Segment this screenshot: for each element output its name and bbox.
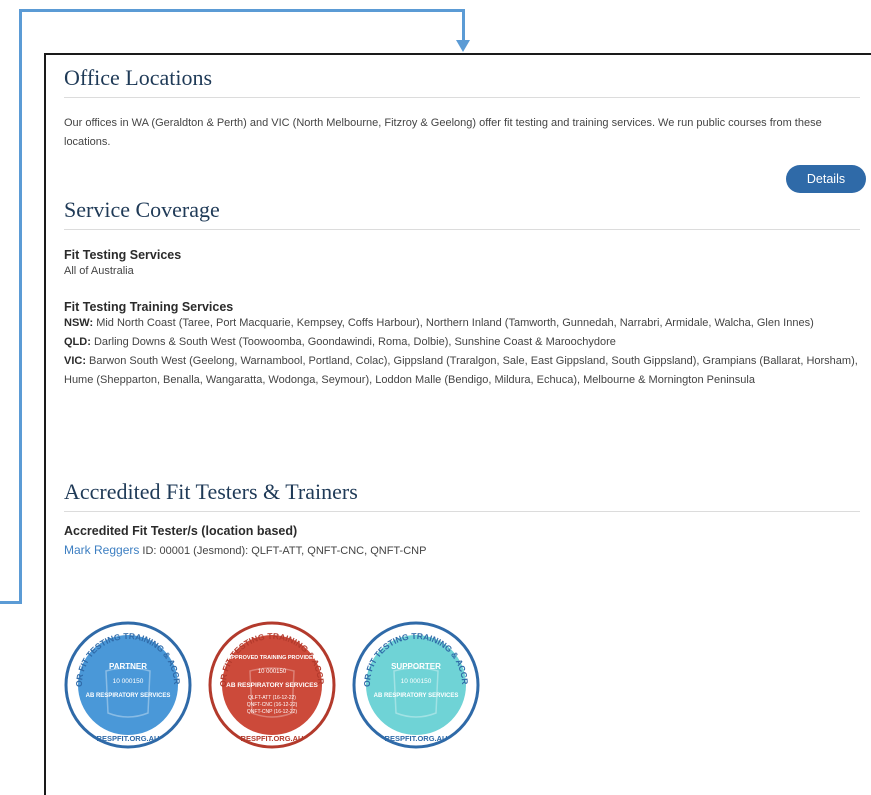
badge-org: AB RESPIRATORY SERVICES <box>226 682 318 689</box>
region-qld: QLD: Darling Downs & South West (Toowoom… <box>64 333 860 352</box>
service-coverage-section: Service Coverage Fit Testing Services Al… <box>64 197 860 390</box>
training-heading: Fit Testing Training Services <box>64 300 234 314</box>
service-coverage-title: Service Coverage <box>64 197 860 230</box>
badge-org: AB RESPIRATORY SERVICES <box>86 693 171 699</box>
badge-footer: RESPFIT.ORG.AU <box>241 734 304 743</box>
tester-entry: Mark Reggers ID: 00001 (Jesmond): QLFT-A… <box>64 541 860 561</box>
badge-banner: PARTNER <box>109 662 147 671</box>
connector-line-top <box>19 9 465 12</box>
tester-name-link[interactable]: Mark Reggers <box>64 543 139 557</box>
page-panel: Office Locations Our offices in WA (Gera… <box>44 53 871 795</box>
badge-code: QLFT-ATT (16-12-22) <box>248 695 296 701</box>
badge-id: 10 000150 <box>258 669 287 675</box>
connector-line-vertical <box>19 10 22 604</box>
badge-banner: APPROVED TRAINING PROVIDER <box>227 655 316 661</box>
badge-footer: RESPFIT.ORG.AU <box>97 734 160 743</box>
office-locations-section: Office Locations Our offices in WA (Gera… <box>64 65 860 152</box>
badge-banner: SUPPORTER <box>391 662 441 671</box>
accredited-title: Accredited Fit Testers & Trainers <box>64 479 860 512</box>
connector-line-drop <box>462 9 465 43</box>
supporter-badge: RESPIRATOR FIT TESTING TRAINING & ACCRED… <box>352 621 480 749</box>
region-vic-state: VIC: <box>64 355 86 367</box>
partner-badge: RESPIRATOR FIT TESTING TRAINING & ACCRED… <box>64 621 192 749</box>
tester-details: ID: 00001 (Jesmond): QLFT-ATT, QNFT-CNC,… <box>139 545 427 557</box>
connector-line-left <box>0 601 22 604</box>
fit-testing-text: All of Australia <box>64 265 134 277</box>
approved-provider-badge: RESPIRATOR FIT TESTING TRAINING & ACCRED… <box>208 621 336 749</box>
region-qld-text: Darling Downs & South West (Toowoomba, G… <box>90 336 616 348</box>
details-button[interactable]: Details <box>786 165 866 193</box>
office-locations-text: Our offices in WA (Geraldton & Perth) an… <box>64 117 822 148</box>
badge-footer: RESPFIT.ORG.AU <box>385 734 448 743</box>
region-vic-text: Barwon South West (Geelong, Warnambool, … <box>64 355 858 386</box>
badge-org: AB RESPIRATORY SERVICES <box>374 693 459 699</box>
arrow-down-icon <box>456 40 470 52</box>
badge-code: QNFT-CNC (16-12-22) <box>247 702 298 708</box>
badge-code: QNFT-CNP (16-12-22) <box>247 709 298 715</box>
region-nsw-state: NSW: <box>64 317 94 329</box>
region-nsw-text: Mid North Coast (Taree, Port Macquarie, … <box>93 317 814 329</box>
region-vic: VIC: Barwon South West (Geelong, Warnamb… <box>64 352 860 390</box>
badge-id: 10 000150 <box>113 678 144 685</box>
region-nsw: NSW: Mid North Coast (Taree, Port Macqua… <box>64 314 860 333</box>
region-qld-state: QLD: <box>64 336 91 348</box>
fit-testing-heading: Fit Testing Services <box>64 248 182 262</box>
badge-id: 10 000150 <box>401 678 432 685</box>
accredited-section: Accredited Fit Testers & Trainers Accred… <box>64 479 860 561</box>
office-locations-title: Office Locations <box>64 65 860 98</box>
accredited-subheading: Accredited Fit Tester/s (location based) <box>64 524 298 538</box>
